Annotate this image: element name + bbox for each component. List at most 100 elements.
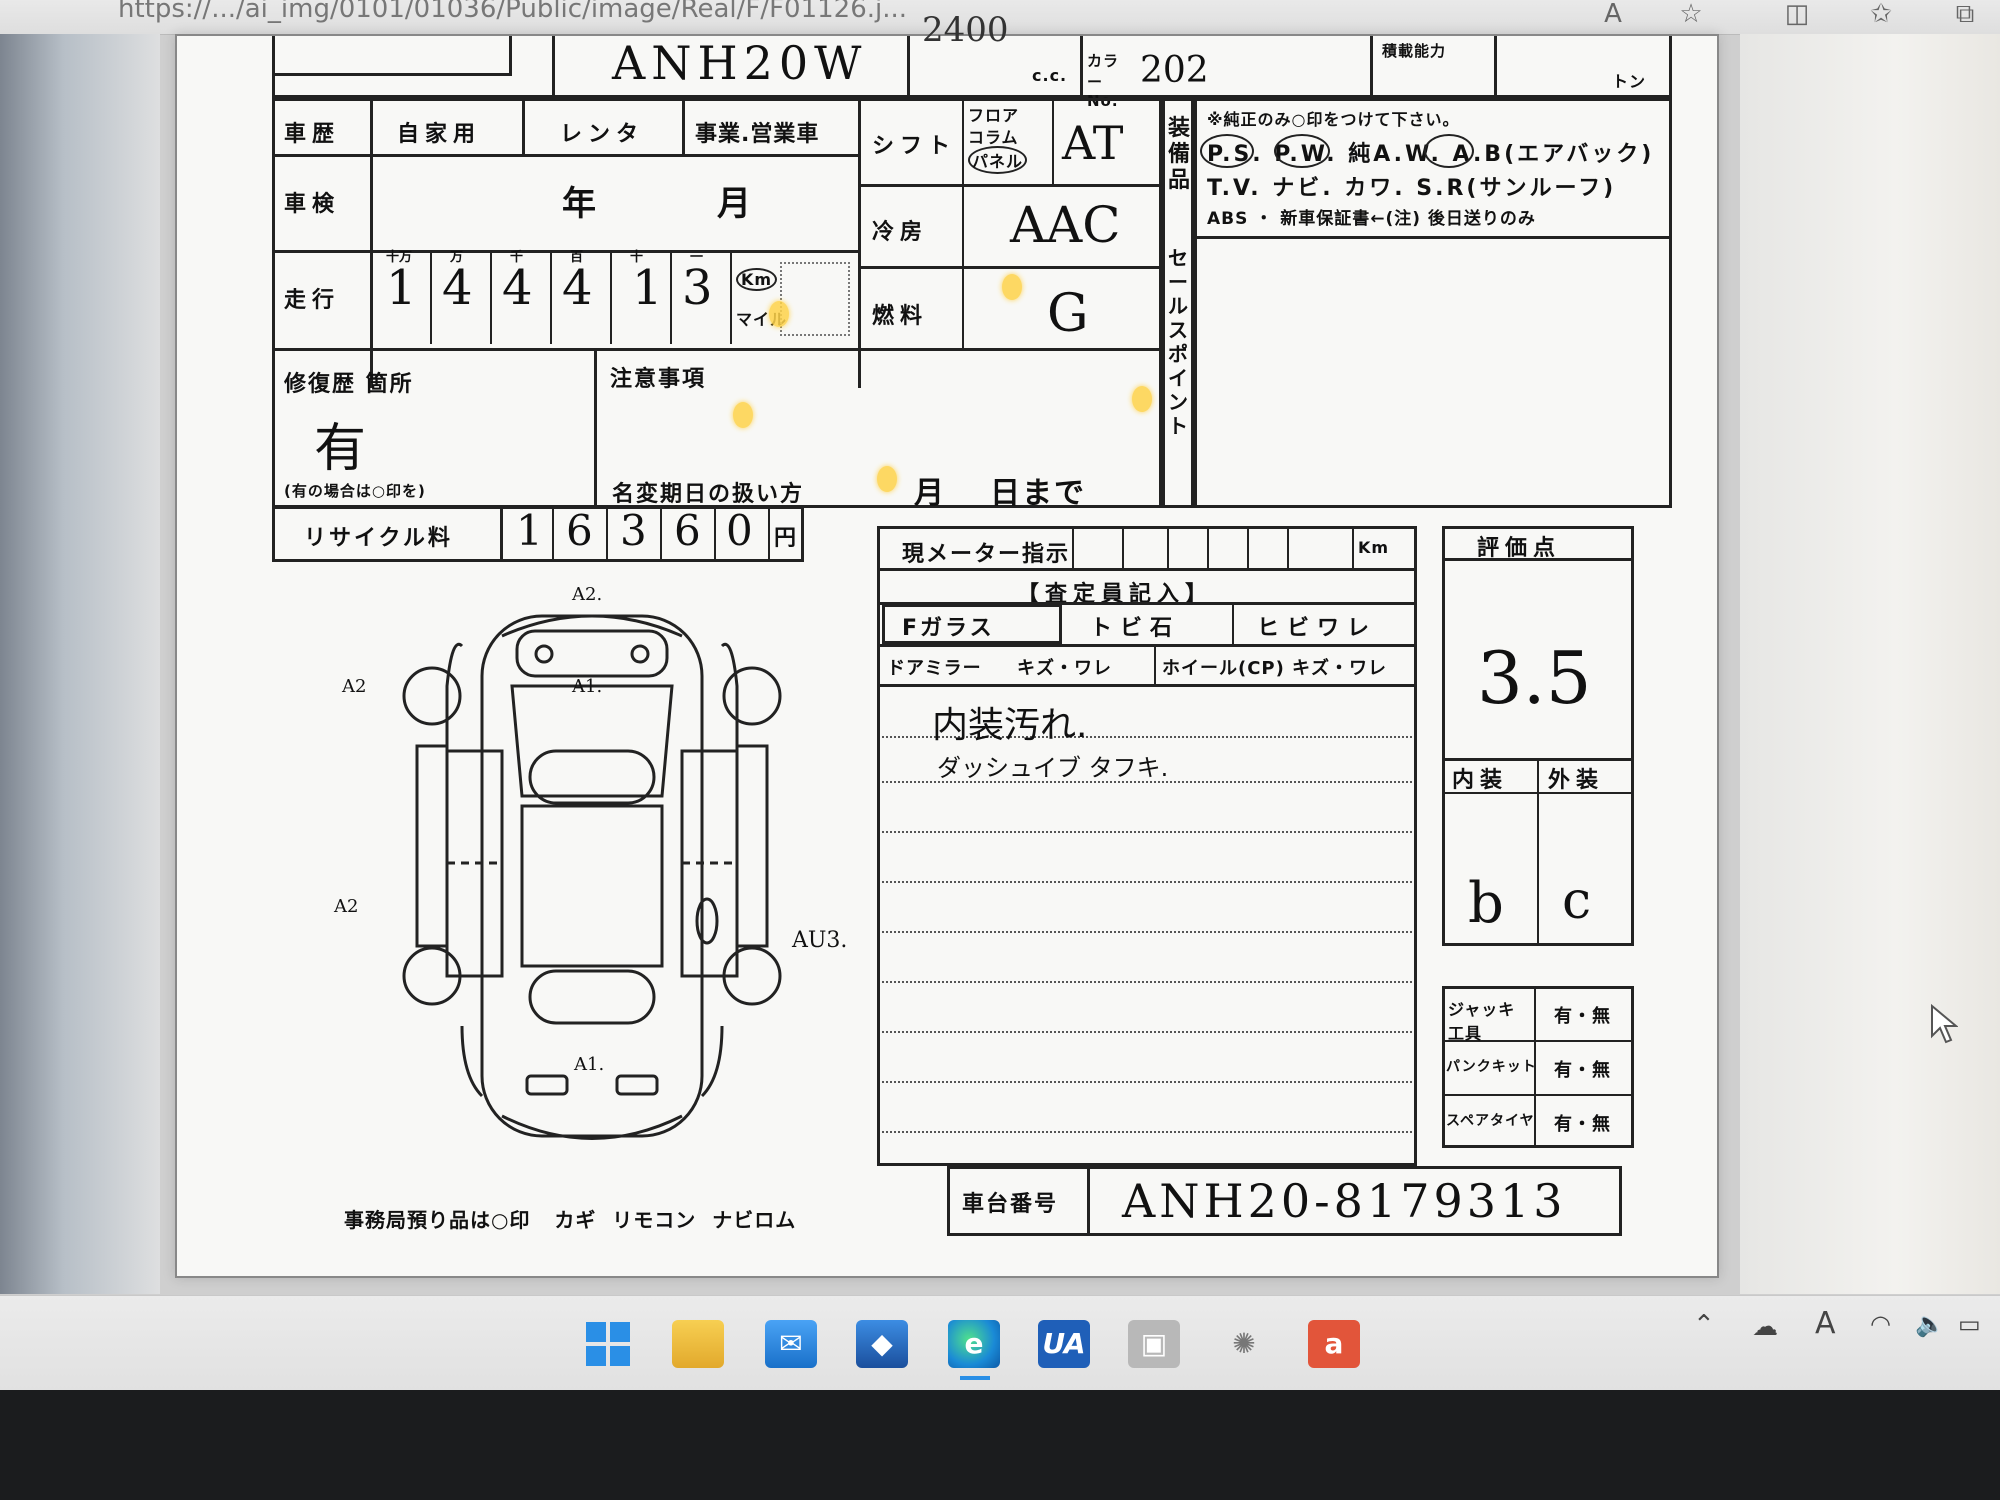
shift-type-panel-circled: パネル <box>968 146 1028 174</box>
onedrive-cloud-icon[interactable]: ☁ <box>1752 1312 1778 1342</box>
mirror-option: キズ・ワレ <box>1017 658 1112 679</box>
wifi-icon[interactable]: ◠ <box>1870 1310 1891 1338</box>
caution-day: 日まで <box>990 476 1086 511</box>
ime-a-icon[interactable]: A <box>1815 1306 1836 1341</box>
photo-app-icon[interactable]: ▣ <box>1128 1320 1180 1368</box>
odometer-digit: 1 <box>386 260 417 316</box>
fglass-label: Fガラス <box>902 616 995 641</box>
ps-circle <box>1200 134 1254 168</box>
edge-icon[interactable]: e <box>948 1320 1000 1368</box>
inspector-note-1: 内装汚れ. <box>932 705 1088 746</box>
recycle-digit: 0 <box>726 506 753 555</box>
km-unit-circled: Km <box>736 268 778 291</box>
usage-business: 事業.営業車 <box>695 122 820 147</box>
start-icon[interactable] <box>582 1320 634 1368</box>
aircon-label: 冷房 <box>872 220 929 245</box>
repair-label: 修復歴 箇所 <box>284 372 414 397</box>
recycle-digit: 3 <box>620 506 647 555</box>
recycle-digit: 1 <box>516 506 543 555</box>
model-code: ANH20W <box>612 36 868 90</box>
odometer-digit: 3 <box>682 260 713 316</box>
file-explorer-icon[interactable] <box>672 1320 724 1368</box>
chevron-up-icon[interactable]: ⌃ <box>1693 1310 1715 1340</box>
wheel-label: ホイール(CP) <box>1162 658 1285 679</box>
caution-month: 月 <box>914 476 950 511</box>
odometer-digit: 4 <box>502 260 533 316</box>
repair-value: 有 <box>314 419 367 479</box>
meter-label: 現メーター指示 <box>902 542 1071 567</box>
header-blank-cell <box>272 36 512 76</box>
cc-value: 2400 <box>922 10 1009 50</box>
meter-unit: Km <box>1358 538 1390 557</box>
spare-tire-value: 有・無 <box>1554 1114 1611 1135</box>
usage-rental: レンタ <box>560 122 645 147</box>
rear-right-wheel <box>722 666 782 726</box>
shift-type-column: コラム <box>968 128 1019 147</box>
left-background <box>0 34 160 1294</box>
mirror-label: ドアミラー <box>887 658 982 679</box>
spare-tire-label: スペアタイヤ <box>1446 1113 1535 1129</box>
odometer-digit: 4 <box>442 260 473 316</box>
address-bar[interactable]: https://.../ai_img/0101/01036/Public/ima… <box>118 0 907 24</box>
settings-app-icon[interactable]: ✺ <box>1218 1320 1270 1368</box>
color-value: 202 <box>1140 50 1209 91</box>
collections-icon[interactable]: ⧉ <box>1950 0 1980 28</box>
inspection-year: 年 <box>562 184 602 224</box>
ab-circle <box>1424 134 1474 168</box>
caution-label: 注意事項 <box>610 367 707 392</box>
damage-mark-rear: A2. <box>572 584 603 605</box>
ua-app-icon[interactable]: UA <box>1038 1320 1090 1368</box>
exterior-label: 外装 <box>1548 768 1605 793</box>
wheel-option: キズ・ワレ <box>1292 658 1387 679</box>
store-icon[interactable]: ◆ <box>856 1320 908 1368</box>
inspector-note-2: ダッシュイブ タフキ. <box>937 754 1169 782</box>
inspection-month: 月 <box>717 184 757 224</box>
damage-mark-front: A1. <box>574 1054 605 1075</box>
mouse-cursor-icon <box>1931 1004 1958 1044</box>
monitor-bezel <box>0 1390 2000 1500</box>
right-background <box>1740 34 2000 1294</box>
favorite-star-icon[interactable]: ☆ <box>1676 0 1706 28</box>
jack-tools-label: ジャッキ工具 <box>1448 1000 1516 1043</box>
split-screen-icon[interactable]: ◫ <box>1782 0 1812 28</box>
cc-label: c.c. <box>1032 66 1068 85</box>
equipment-label: 装備品 <box>1168 116 1191 193</box>
recycle-digit: 6 <box>674 506 701 555</box>
damage-mark-left-side: A2 <box>334 896 359 917</box>
fuel-value: G <box>1047 284 1089 344</box>
read-aloud-icon[interactable]: A <box>1598 0 1628 28</box>
recycle-label: リサイクル料 <box>304 526 453 551</box>
battery-icon[interactable]: ▭ <box>1958 1310 1981 1338</box>
repair-note: (有の場合は○印を) <box>284 482 426 500</box>
mile-box <box>780 262 850 336</box>
ton-label: トン <box>1612 72 1647 91</box>
odometer-digit: 1 <box>632 260 663 316</box>
roof-panel <box>520 804 664 968</box>
damage-mark-trunk: A1. <box>572 676 603 697</box>
recycle-unit: 円 <box>774 526 803 551</box>
score-value: 3.5 <box>1477 636 1592 720</box>
name-change-label: 名変期日の扱い方 <box>612 482 805 507</box>
damage-mark-right-door: AU3. <box>792 928 848 953</box>
equipment-line-2: T.V. ナビ. カワ. S.R(サンルーフ) <box>1207 176 1617 201</box>
front-window <box>528 969 656 1025</box>
interior-label: 内装 <box>1452 768 1509 793</box>
usage-label: 車歴 <box>284 122 341 147</box>
shift-type-floor: フロア <box>968 106 1020 125</box>
fuel-label: 燃料 <box>872 304 929 329</box>
auction-sheet-page: ANH20W 2400 c.c. カラー No. 202 積載能力 トン 車歴 … <box>175 10 1719 1278</box>
puncture-kit-value: 有・無 <box>1554 1060 1611 1081</box>
chassis-number: ANH20-8179313 <box>1122 1174 1567 1228</box>
mail-icon[interactable]: ✉ <box>765 1320 817 1368</box>
mileage-label: 走行 <box>284 288 341 313</box>
fglass-crack: ヒビワレ <box>1257 616 1378 641</box>
volume-icon[interactable]: 🔈 <box>1915 1310 1945 1338</box>
inspection-label: 車検 <box>284 192 341 217</box>
office-app-icon[interactable]: a <box>1308 1320 1360 1368</box>
equipment-line-3: ABS ・ 新車保証書←(注) 後日送りのみ <box>1207 209 1536 229</box>
office-items: 事務局預り品は○印 カギ リモコン ナビロム <box>344 1208 797 1232</box>
favorites-icon[interactable]: ✩ <box>1866 0 1896 28</box>
exterior-grade: c <box>1562 871 1592 931</box>
damage-mark-rear-left: A2 <box>342 676 367 697</box>
aircon-value: AAC <box>1010 196 1121 254</box>
